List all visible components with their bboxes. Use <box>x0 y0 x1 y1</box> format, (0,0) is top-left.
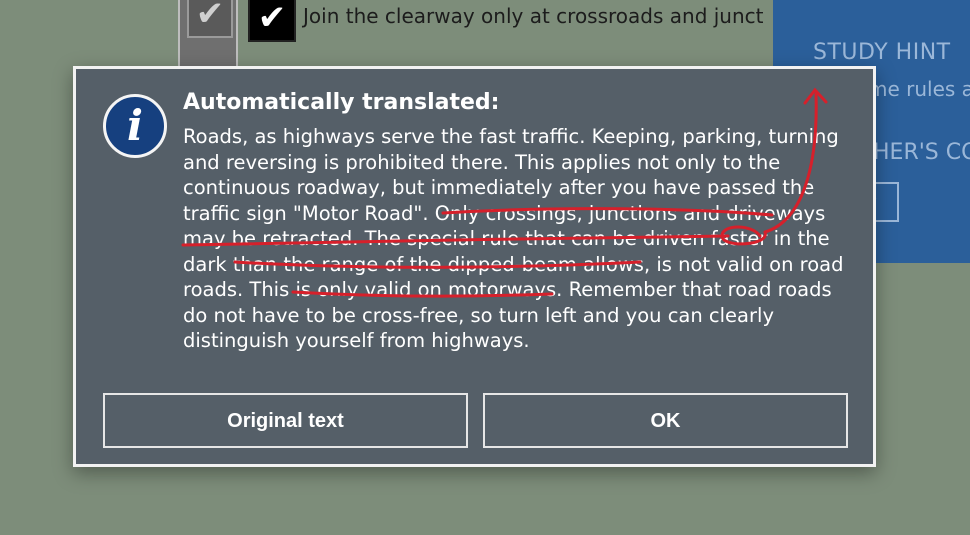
check-icon: ✔ <box>257 0 287 38</box>
study-hint-text: me rules a <box>868 77 970 101</box>
dialog-title: Automatically translated: <box>183 90 500 115</box>
answer-checkbox[interactable]: ✔ <box>248 0 296 42</box>
original-text-button[interactable]: Original text <box>103 393 468 448</box>
info-icon: i <box>103 94 167 158</box>
study-hint-title: STUDY HINT <box>813 40 951 65</box>
ok-button[interactable]: OK <box>483 393 848 448</box>
answer-label: Join the clearway only at crossroads and… <box>303 4 764 28</box>
answer-marker[interactable]: ✔ <box>178 0 238 70</box>
dialog-body-text: Roads, as highways serve the fast traffi… <box>183 125 844 352</box>
study-hint-subheading: HER'S CO <box>873 140 970 165</box>
check-icon: ✔ <box>187 0 233 38</box>
info-glyph: i <box>127 101 143 150</box>
translation-dialog: i Automatically translated: Roads, as hi… <box>73 66 876 467</box>
